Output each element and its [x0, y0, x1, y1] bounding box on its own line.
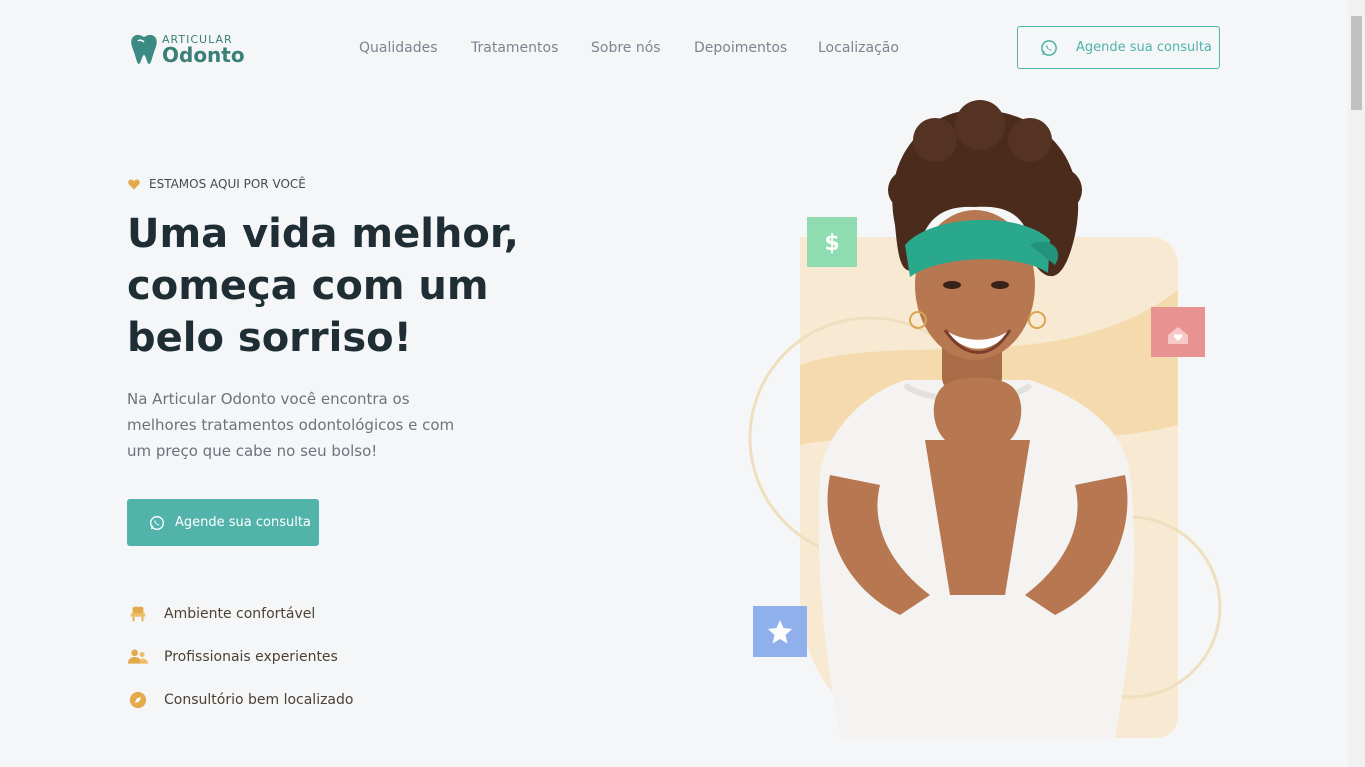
tooth-logo-icon: [131, 34, 157, 64]
mail-heart-badge: [1151, 307, 1205, 357]
tagline-text: ESTAMOS AQUI POR VOCÊ: [149, 177, 306, 191]
page-scrollbar[interactable]: [1348, 0, 1365, 767]
star-badge: [753, 606, 807, 657]
nav-link-localizacao[interactable]: Localização: [818, 40, 899, 56]
scrollbar-thumb[interactable]: [1351, 16, 1362, 110]
compass-icon: [128, 690, 148, 710]
woman-photo: [818, 100, 1135, 738]
users-icon: [128, 647, 148, 667]
hero-lead: Na Articular Odonto você encontra os mel…: [127, 390, 455, 460]
nav-link-sobre[interactable]: Sobre nós: [591, 40, 661, 56]
hero-tagline: ESTAMOS AQUI POR VOCÊ: [128, 177, 306, 191]
hero-schedule-label: Agende sua consulta: [175, 515, 311, 530]
feature-list: Ambiente confortável Profissionais exper…: [128, 603, 353, 732]
feature-label: Ambiente confortável: [164, 606, 316, 622]
feature-item: Consultório bem localizado: [128, 689, 353, 711]
header-schedule-button[interactable]: Agende sua consulta: [1017, 26, 1220, 69]
feature-label: Consultório bem localizado: [164, 692, 354, 708]
nav-link-tratamentos[interactable]: Tratamentos: [471, 40, 558, 56]
dollar-badge: $: [807, 217, 857, 267]
whatsapp-icon: [1041, 39, 1057, 56]
feature-label: Profissionais experientes: [164, 649, 338, 665]
dollar-symbol: $: [824, 231, 839, 256]
feature-item: Profissionais experientes: [128, 646, 353, 668]
logo-bottom-text: Odonto: [162, 43, 245, 67]
hero-schedule-button[interactable]: Agende sua consulta: [127, 499, 319, 546]
chair-icon: [128, 604, 148, 624]
feature-item: Ambiente confortável: [128, 603, 353, 625]
header-schedule-label: Agende sua consulta: [1076, 40, 1212, 55]
nav-link-qualidades[interactable]: Qualidades: [359, 40, 438, 56]
hero-illustration: $: [748, 100, 1222, 738]
hero-title: Uma vida melhor, começa com um belo sorr…: [127, 211, 519, 361]
whatsapp-icon: [150, 515, 164, 530]
heart-icon: [128, 179, 140, 189]
brand-logo[interactable]: ARTICULAR Odonto: [129, 31, 245, 67]
nav-link-depoimentos[interactable]: Depoimentos: [694, 40, 787, 56]
